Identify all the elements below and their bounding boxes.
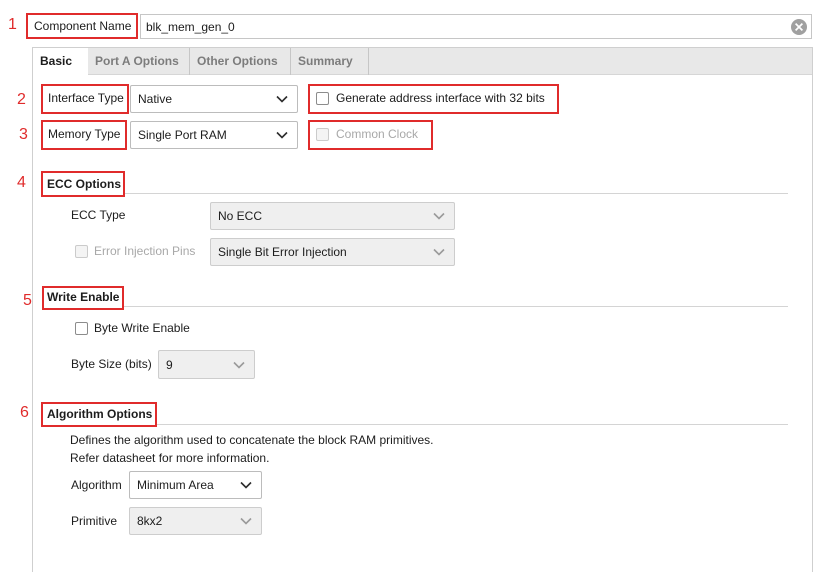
algorithm-select[interactable]: Minimum Area	[129, 471, 262, 499]
byte-size-value: 9	[166, 357, 173, 372]
annotation-number-4: 4	[17, 174, 26, 191]
primitive-select[interactable]: 8kx2	[129, 507, 262, 535]
annotation-box-ecc-options	[41, 171, 125, 197]
tab-other-options[interactable]: Other Options	[190, 48, 291, 75]
tab-port-a-options[interactable]: Port A Options	[88, 48, 190, 75]
chevron-down-icon	[240, 481, 252, 489]
annotation-number-2: 2	[17, 91, 26, 108]
annotation-box-memory-type	[41, 120, 127, 150]
error-injection-checkbox[interactable]	[75, 245, 88, 258]
ecc-type-label: ECC Type	[71, 208, 126, 222]
algorithm-label: Algorithm	[71, 478, 122, 492]
error-injection-value: Single Bit Error Injection	[218, 245, 347, 259]
component-name-input[interactable]: blk_mem_gen_0	[140, 14, 812, 39]
error-injection-label: Error Injection Pins	[94, 244, 196, 258]
error-injection-select[interactable]: Single Bit Error Injection	[210, 238, 455, 266]
primitive-value: 8kx2	[137, 514, 163, 528]
chevron-down-icon	[276, 131, 288, 139]
annotation-box-generate-address	[308, 84, 559, 114]
annotation-number-1: 1	[8, 16, 17, 33]
annotation-box-common-clock	[308, 120, 433, 150]
chevron-down-icon	[433, 248, 445, 256]
ecc-type-value: No ECC	[218, 209, 263, 223]
byte-size-label: Byte Size (bits)	[71, 357, 152, 371]
byte-write-enable-checkbox[interactable]	[75, 322, 88, 335]
chevron-down-icon	[433, 212, 445, 220]
memory-type-select[interactable]: Single Port RAM	[130, 121, 298, 149]
annotation-number-3: 3	[19, 126, 28, 143]
tab-summary[interactable]: Summary	[291, 48, 369, 75]
chevron-down-icon	[233, 361, 245, 369]
component-name-value: blk_mem_gen_0	[146, 20, 235, 34]
memory-type-value: Single Port RAM	[138, 128, 227, 142]
annotation-number-6: 6	[20, 404, 29, 421]
algorithm-description-line1: Defines the algorithm used to concatenat…	[70, 433, 434, 447]
tab-bar: Basic Port A Options Other Options Summa…	[33, 48, 812, 76]
section-divider	[124, 306, 788, 307]
interface-type-select[interactable]: Native	[130, 85, 298, 113]
tab-basic[interactable]: Basic	[33, 48, 88, 76]
annotation-box-interface-type	[41, 84, 129, 114]
ecc-type-select[interactable]: No ECC	[210, 202, 455, 230]
annotation-box-write-enable	[42, 286, 124, 310]
primitive-label: Primitive	[71, 514, 118, 528]
algorithm-value: Minimum Area	[137, 478, 214, 492]
byte-write-enable-label: Byte Write Enable	[94, 321, 190, 335]
section-divider	[157, 424, 788, 425]
byte-size-select[interactable]: 9	[158, 350, 255, 379]
annotation-box-component-name	[26, 13, 138, 39]
clear-icon[interactable]	[790, 18, 808, 36]
section-divider	[125, 193, 788, 194]
chevron-down-icon	[240, 517, 252, 525]
chevron-down-icon	[276, 95, 288, 103]
annotation-box-algorithm-options	[41, 402, 157, 427]
algorithm-description-line2: Refer datasheet for more information.	[70, 451, 270, 465]
annotation-number-5: 5	[23, 292, 32, 309]
interface-type-value: Native	[138, 92, 173, 106]
